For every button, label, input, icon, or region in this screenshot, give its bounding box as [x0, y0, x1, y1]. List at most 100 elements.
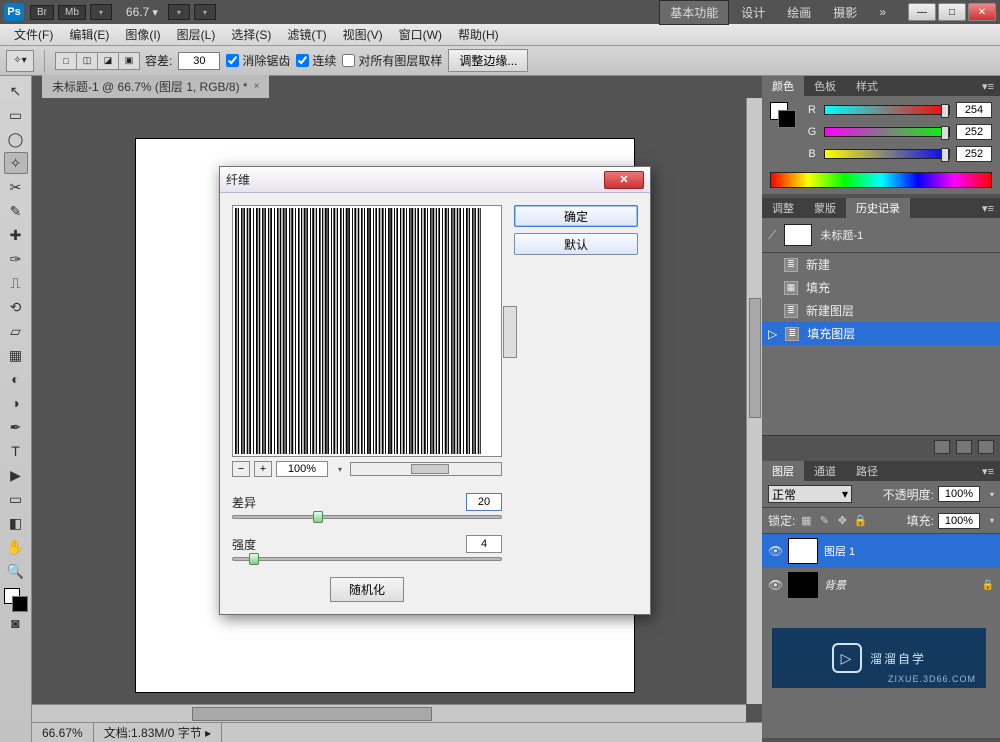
horizontal-scrollbar[interactable]	[32, 704, 746, 722]
panel-menu-icon[interactable]: ▾≡	[976, 465, 1000, 478]
v-scroll-thumb[interactable]	[749, 298, 761, 418]
tab-styles[interactable]: 样式	[846, 76, 888, 96]
status-doc-info[interactable]: 文档:1.83M/0 字节 ▸	[94, 723, 222, 742]
history-brush-toggle[interactable]: ⟋	[768, 228, 776, 243]
bridge-chip[interactable]: Br	[30, 5, 54, 20]
strength-slider[interactable]	[232, 557, 502, 561]
arrange-dropdown[interactable]: ▾	[168, 4, 190, 20]
blur-tool[interactable]: ◐	[4, 368, 28, 390]
r-slider[interactable]	[824, 105, 950, 115]
healing-tool[interactable]: ✚	[4, 224, 28, 246]
path-select-tool[interactable]: ▶	[4, 464, 28, 486]
tolerance-input[interactable]	[178, 52, 220, 70]
panel-menu-icon[interactable]: ▾≡	[976, 80, 1000, 93]
all-layers-checkbox[interactable]: 对所有图层取样	[342, 52, 442, 69]
menu-help[interactable]: 帮助(H)	[450, 26, 507, 43]
tab-history[interactable]: 历史记录	[846, 198, 910, 218]
close-tab-icon[interactable]: ×	[254, 81, 260, 92]
lasso-tool[interactable]: ◯	[4, 128, 28, 150]
layer-name[interactable]: 图层 1	[824, 543, 855, 559]
panel-menu-icon[interactable]: ▾≡	[976, 202, 1000, 215]
history-brush-tool[interactable]: ⟲	[4, 296, 28, 318]
screen-mode-dropdown[interactable]: ▾	[90, 4, 112, 20]
layer-row[interactable]: 👁 图层 1	[762, 534, 1000, 568]
spectrum-bar[interactable]	[770, 172, 992, 188]
opacity-input[interactable]	[938, 486, 980, 502]
zoom-tool[interactable]: 🔍	[4, 560, 28, 582]
marquee-tool[interactable]: ▭	[4, 104, 28, 126]
h-scroll-thumb[interactable]	[192, 707, 432, 721]
preview-h-scroll[interactable]	[350, 462, 502, 476]
sel-new[interactable]: □	[55, 52, 77, 70]
background-swatch[interactable]	[12, 596, 28, 612]
ok-button[interactable]: 确定	[514, 205, 638, 227]
history-item-selected[interactable]: ▷≣填充图层	[762, 322, 1000, 345]
blend-mode-select[interactable]: 正常▾	[768, 485, 852, 503]
tab-masks[interactable]: 蒙版	[804, 198, 846, 218]
workspace-tab-photo[interactable]: 摄影	[823, 1, 867, 24]
workspace-tab-design[interactable]: 设计	[731, 1, 775, 24]
lock-position-icon[interactable]: ✥	[835, 514, 849, 528]
dialog-close-button[interactable]: ✕	[604, 171, 644, 189]
sel-add[interactable]: ◫	[76, 52, 98, 70]
fg-bg-swatches[interactable]	[4, 588, 28, 612]
window-maximize[interactable]: □	[938, 3, 966, 21]
default-button[interactable]: 默认	[514, 233, 638, 255]
g-input[interactable]	[956, 124, 992, 140]
lock-transparent-icon[interactable]: ▦	[799, 514, 813, 528]
window-close[interactable]: ✕	[968, 3, 996, 21]
3d-tool[interactable]: ◧	[4, 512, 28, 534]
history-item[interactable]: ≣新建图层	[762, 299, 1000, 322]
eyedropper-tool[interactable]: ✎	[4, 200, 28, 222]
b-slider[interactable]	[824, 149, 950, 159]
stamp-tool[interactable]: ⎍	[4, 272, 28, 294]
eraser-tool[interactable]: ▱	[4, 320, 28, 342]
window-minimize[interactable]: —	[908, 3, 936, 21]
menu-edit[interactable]: 编辑(E)	[61, 26, 117, 43]
magic-wand-tool[interactable]: ✧	[4, 152, 28, 174]
sel-sub[interactable]: ◪	[97, 52, 119, 70]
menu-file[interactable]: 文件(F)	[6, 26, 61, 43]
workspace-tab-essentials[interactable]: 基本功能	[659, 0, 729, 25]
trash-icon[interactable]	[978, 440, 994, 454]
workspace-more[interactable]: »	[869, 2, 896, 22]
new-doc-icon[interactable]	[956, 440, 972, 454]
quickmask-toggle[interactable]: ◙	[4, 612, 28, 634]
preview-zoom-input[interactable]	[276, 461, 328, 477]
extras-dropdown[interactable]: ▾	[194, 4, 216, 20]
refine-edge-button[interactable]: 调整边缘...	[448, 49, 528, 72]
sel-int[interactable]: ▣	[118, 52, 140, 70]
visibility-icon[interactable]: 👁	[768, 544, 782, 558]
variance-slider[interactable]	[232, 515, 502, 519]
tool-preset-icon[interactable]: ✧▾	[6, 50, 34, 72]
hand-tool[interactable]: ✋	[4, 536, 28, 558]
history-item[interactable]: ▦填充	[762, 276, 1000, 299]
panel-fgbg[interactable]	[770, 102, 796, 128]
tab-layers[interactable]: 图层	[762, 461, 804, 481]
mini-bridge-chip[interactable]: Mb	[58, 5, 86, 20]
document-tab[interactable]: 未标题-1 @ 66.7% (图层 1, RGB/8) * ×	[42, 75, 269, 98]
layer-name[interactable]: 背景	[824, 577, 846, 593]
history-item[interactable]: ≣新建	[762, 253, 1000, 276]
menu-view[interactable]: 视图(V)	[335, 26, 391, 43]
layer-row[interactable]: 👁 背景 🔒	[762, 568, 1000, 602]
crop-tool[interactable]: ✂	[4, 176, 28, 198]
menu-layer[interactable]: 图层(L)	[169, 26, 224, 43]
vertical-scrollbar[interactable]	[746, 98, 762, 704]
tab-color[interactable]: 颜色	[762, 76, 804, 96]
variance-input[interactable]	[466, 493, 502, 511]
g-slider[interactable]	[824, 127, 950, 137]
menu-window[interactable]: 窗口(W)	[391, 26, 450, 43]
shape-tool[interactable]: ▭	[4, 488, 28, 510]
tab-adjustments[interactable]: 调整	[762, 198, 804, 218]
r-input[interactable]	[956, 102, 992, 118]
contiguous-checkbox[interactable]: 连续	[296, 52, 336, 69]
dialog-titlebar[interactable]: 纤维 ✕	[220, 167, 650, 193]
preview-zoom-in[interactable]: +	[254, 461, 272, 477]
tab-paths[interactable]: 路径	[846, 461, 888, 481]
move-tool[interactable]: ↖	[4, 80, 28, 102]
new-snapshot-icon[interactable]	[934, 440, 950, 454]
menu-image[interactable]: 图像(I)	[117, 26, 168, 43]
tab-channels[interactable]: 通道	[804, 461, 846, 481]
visibility-icon[interactable]: 👁	[768, 578, 782, 592]
